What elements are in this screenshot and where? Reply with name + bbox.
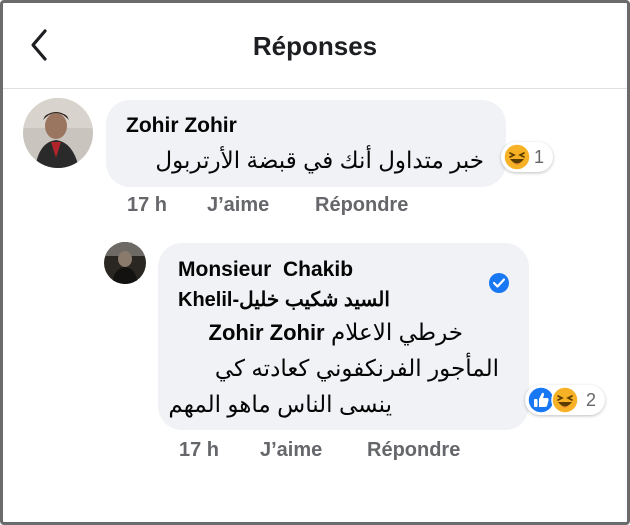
haha-icon	[503, 143, 531, 171]
avatar-image	[104, 242, 146, 284]
comment-text-line2: المأجور الفرنكفوني كعادته كي	[214, 355, 499, 381]
avatar[interactable]	[23, 98, 93, 168]
haha-icon	[551, 386, 579, 414]
avatar-image	[23, 98, 93, 168]
reply-button[interactable]: Répondre	[315, 194, 408, 217]
comment-text: خبر متداول أنك في قبضة الأرتربول	[155, 147, 484, 173]
replies-screen: Réponses Zohir Zohir خبر متداول أنك في ق…	[0, 0, 630, 525]
reaction-summary[interactable]: 2	[525, 385, 605, 415]
comment-author[interactable]: Zohir Zohir	[126, 114, 237, 138]
top-bar: Réponses	[3, 3, 627, 89]
timestamp[interactable]: 17 h	[127, 194, 167, 217]
comment-actions: 17 h J’aime Répondre	[179, 439, 499, 465]
comment-bubble: Monsieur Chakib Khelil-السيد شكيب خليل خ…	[158, 243, 529, 430]
comment-author-line2[interactable]: Khelil-السيد شكيب خليل	[178, 287, 390, 312]
comment-text: خرطي الاعلام Zohir Zohir	[163, 319, 463, 346]
comment-text-line3: ينسى الناس ماهو المهم	[168, 391, 392, 417]
mention-link[interactable]: Zohir Zohir	[209, 320, 325, 345]
reaction-count: 1	[534, 147, 545, 167]
comment-text-line1: خرطي الاعلام	[331, 319, 463, 345]
page-title: Réponses	[252, 31, 378, 61]
verified-badge-icon	[489, 273, 509, 293]
reply-button[interactable]: Répondre	[367, 439, 460, 462]
avatar[interactable]	[104, 242, 146, 284]
reaction-summary[interactable]: 1	[501, 142, 553, 172]
comment-author[interactable]: Monsieur Chakib	[178, 258, 353, 282]
comment-actions: 17 h J’aime Répondre	[127, 194, 447, 220]
like-button[interactable]: J’aime	[207, 194, 269, 217]
comment-bubble: Zohir Zohir خبر متداول أنك في قبضة الأرت…	[106, 100, 506, 187]
timestamp[interactable]: 17 h	[179, 439, 219, 462]
reaction-count: 2	[586, 390, 597, 410]
like-button[interactable]: J’aime	[260, 439, 322, 462]
